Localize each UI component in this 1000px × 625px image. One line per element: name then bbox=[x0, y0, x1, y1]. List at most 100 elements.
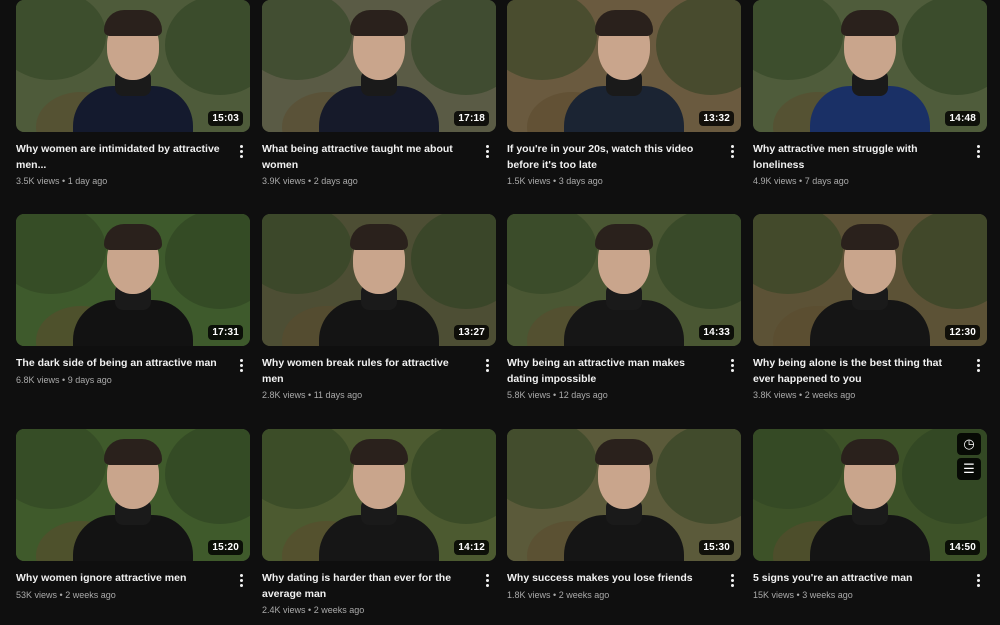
view-count: 3.9K views bbox=[262, 176, 306, 186]
upload-age: 2 weeks ago bbox=[558, 589, 610, 600]
duration-badge: 14:50 bbox=[945, 540, 980, 555]
more-options-icon[interactable] bbox=[725, 142, 739, 160]
person-figure bbox=[309, 0, 449, 132]
video-thumbnail[interactable]: 14:50 ◷ ☰ bbox=[753, 429, 987, 561]
video-card[interactable]: 12:30 Why being alone is the best thing … bbox=[753, 214, 987, 400]
hover-actions: ◷ ☰ bbox=[957, 433, 981, 480]
upload-age: 2 weeks ago bbox=[313, 605, 365, 615]
video-title[interactable]: The dark side of being an attractive man bbox=[16, 356, 226, 372]
video-card[interactable]: 13:32 If you're in your 20s, watch this … bbox=[507, 0, 741, 186]
video-title[interactable]: Why women break rules for attractive men bbox=[262, 356, 472, 387]
video-thumbnail[interactable]: 12:30 bbox=[753, 214, 987, 346]
video-stats: 4.9K views • 7 days ago bbox=[753, 176, 963, 186]
video-thumbnail[interactable]: 15:03 bbox=[16, 0, 250, 132]
more-options-icon[interactable] bbox=[234, 142, 248, 160]
video-meta: Why dating is harder than ever for the a… bbox=[262, 561, 496, 615]
video-card[interactable]: 17:31 The dark side of being an attracti… bbox=[16, 214, 250, 385]
video-title[interactable]: If you're in your 20s, watch this video … bbox=[507, 142, 717, 173]
duration-badge: 14:33 bbox=[699, 325, 734, 340]
video-title[interactable]: Why dating is harder than ever for the a… bbox=[262, 571, 472, 602]
video-meta: Why attractive men struggle with lonelin… bbox=[753, 132, 987, 186]
more-options-icon[interactable] bbox=[234, 356, 248, 374]
video-thumbnail[interactable]: 17:18 bbox=[262, 0, 496, 132]
view-count: 1.8K views bbox=[507, 589, 551, 600]
duration-badge: 15:03 bbox=[208, 111, 243, 126]
view-count: 3.8K views bbox=[753, 390, 797, 400]
video-thumbnail[interactable]: 15:30 bbox=[507, 429, 741, 561]
video-thumbnail[interactable]: 17:31 bbox=[16, 214, 250, 346]
more-options-icon[interactable] bbox=[480, 571, 494, 589]
video-meta: Why women break rules for attractive men… bbox=[262, 346, 496, 400]
video-thumbnail[interactable]: 14:48 bbox=[753, 0, 987, 132]
video-meta: Why women ignore attractive men 53K view… bbox=[16, 561, 250, 600]
separator-dot: • bbox=[553, 176, 557, 186]
more-options-icon[interactable] bbox=[971, 356, 985, 374]
video-stats: 53K views • 2 weeks ago bbox=[16, 590, 226, 600]
separator-dot: • bbox=[553, 589, 557, 600]
video-card[interactable]: 15:30 Why success makes you lose friends… bbox=[507, 429, 741, 600]
more-options-icon[interactable] bbox=[234, 571, 248, 589]
video-card[interactable]: 15:03 Why women are intimidated by attra… bbox=[16, 0, 250, 186]
video-thumbnail[interactable]: 13:27 bbox=[262, 214, 496, 346]
video-stats: 2.8K views • 11 days ago bbox=[262, 390, 472, 400]
video-title[interactable]: Why being an attractive man makes dating… bbox=[507, 356, 717, 387]
video-meta: The dark side of being an attractive man… bbox=[16, 346, 250, 385]
video-title[interactable]: Why women ignore attractive men bbox=[16, 571, 226, 587]
view-count: 4.9K views bbox=[753, 176, 797, 186]
upload-age: 12 days ago bbox=[558, 390, 608, 400]
add-to-queue-icon[interactable]: ☰ bbox=[957, 458, 981, 480]
person-figure bbox=[800, 0, 940, 132]
person-figure bbox=[554, 0, 694, 132]
more-options-icon[interactable] bbox=[725, 571, 739, 589]
video-title[interactable]: 5 signs you're an attractive man bbox=[753, 571, 963, 587]
more-options-icon[interactable] bbox=[480, 142, 494, 160]
upload-age: 11 days ago bbox=[313, 390, 363, 400]
video-card[interactable]: 15:20 Why women ignore attractive men 53… bbox=[16, 429, 250, 600]
video-title[interactable]: Why success makes you lose friends bbox=[507, 571, 717, 587]
more-options-icon[interactable] bbox=[971, 571, 985, 589]
video-meta: Why women are intimidated by attractive … bbox=[16, 132, 250, 186]
more-options-icon[interactable] bbox=[725, 356, 739, 374]
upload-age: 9 days ago bbox=[67, 374, 112, 385]
clock-icon[interactable]: ◷ bbox=[957, 433, 981, 455]
separator-dot: • bbox=[62, 176, 66, 186]
video-card[interactable]: 17:18 What being attractive taught me ab… bbox=[262, 0, 496, 186]
duration-badge: 15:20 bbox=[208, 540, 243, 555]
video-title[interactable]: What being attractive taught me about wo… bbox=[262, 142, 472, 173]
view-count: 5.8K views bbox=[507, 390, 551, 400]
video-thumbnail[interactable]: 15:20 bbox=[16, 429, 250, 561]
video-stats: 3.5K views • 1 day ago bbox=[16, 176, 226, 186]
video-meta: Why being alone is the best thing that e… bbox=[753, 346, 987, 400]
video-meta: Why being an attractive man makes dating… bbox=[507, 346, 741, 400]
duration-badge: 12:30 bbox=[945, 325, 980, 340]
view-count: 3.5K views bbox=[16, 176, 60, 186]
video-card[interactable]: 14:50 ◷ ☰ 5 signs you're an attractive m… bbox=[753, 429, 987, 600]
person-figure bbox=[800, 214, 940, 346]
view-count: 6.8K views bbox=[16, 374, 60, 385]
video-title[interactable]: Why being alone is the best thing that e… bbox=[753, 356, 963, 387]
video-card[interactable]: 14:48 Why attractive men struggle with l… bbox=[753, 0, 987, 186]
video-meta: 5 signs you're an attractive man 15K vie… bbox=[753, 561, 987, 600]
video-thumbnail[interactable]: 14:12 bbox=[262, 429, 496, 561]
video-meta: Why success makes you lose friends 1.8K … bbox=[507, 561, 741, 600]
duration-badge: 14:48 bbox=[945, 111, 980, 126]
separator-dot: • bbox=[308, 605, 312, 615]
video-thumbnail[interactable]: 14:33 bbox=[507, 214, 741, 346]
video-title[interactable]: Why women are intimidated by attractive … bbox=[16, 142, 226, 173]
duration-badge: 13:27 bbox=[454, 325, 489, 340]
separator-dot: • bbox=[308, 176, 312, 186]
person-figure bbox=[309, 429, 449, 561]
video-title[interactable]: Why attractive men struggle with lonelin… bbox=[753, 142, 963, 173]
more-options-icon[interactable] bbox=[480, 356, 494, 374]
separator-dot: • bbox=[799, 176, 803, 186]
video-card[interactable]: 13:27 Why women break rules for attracti… bbox=[262, 214, 496, 400]
video-card[interactable]: 14:33 Why being an attractive man makes … bbox=[507, 214, 741, 400]
more-options-icon[interactable] bbox=[971, 142, 985, 160]
person-figure bbox=[63, 214, 203, 346]
video-stats: 5.8K views • 12 days ago bbox=[507, 390, 717, 400]
upload-age: 3 weeks ago bbox=[802, 589, 853, 600]
video-card[interactable]: 14:12 Why dating is harder than ever for… bbox=[262, 429, 496, 615]
video-thumbnail[interactable]: 13:32 bbox=[507, 0, 741, 132]
separator-dot: • bbox=[62, 374, 66, 385]
duration-badge: 13:32 bbox=[699, 111, 734, 126]
